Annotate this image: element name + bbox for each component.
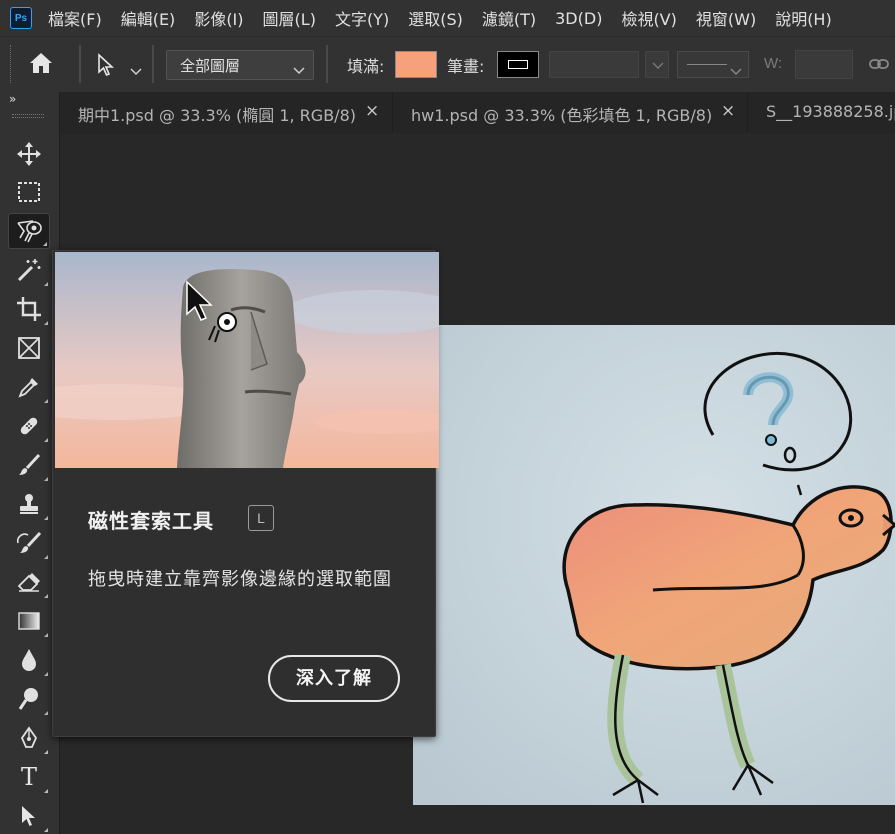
tooltip-description: 拖曳時建立靠齊影像邊緣的選取範圍	[88, 569, 392, 590]
magnetic-lasso-tool[interactable]	[8, 213, 50, 249]
eraser-tool[interactable]	[8, 564, 50, 600]
tool-tip-popup: 磁性套索工具 L 拖曳時建立靠齊影像邊緣的選取範圍 深入了解	[52, 250, 439, 737]
logo-text: Ps	[14, 12, 28, 24]
history-brush-tool[interactable]	[8, 525, 50, 561]
bird-drawing-image	[413, 325, 895, 805]
menu-bar: Ps 檔案(F) 編輯(E) 影像(I) 圖層(L) 文字(Y) 選取(S) 濾…	[0, 0, 895, 36]
dodge-icon	[18, 688, 38, 710]
tab-label: 期中1.psd @ 33.3% (橢圓 1, RGB/8)	[78, 106, 356, 125]
gradient-tool[interactable]	[8, 603, 50, 639]
home-icon[interactable]	[28, 51, 54, 79]
moai-statue-image	[55, 252, 439, 468]
options-bar-grip[interactable]	[10, 45, 12, 83]
pen-icon	[20, 726, 38, 748]
fill-color-swatch[interactable]	[395, 51, 437, 78]
crop-icon	[17, 297, 41, 321]
menu-3d[interactable]: 3D(D)	[555, 9, 602, 28]
clone-stamp-tool[interactable]	[8, 486, 50, 522]
canvas-image[interactable]	[413, 325, 895, 805]
close-icon[interactable]: ×	[365, 101, 379, 121]
options-bar: 全部圖層 填滿: 筆畫: W:	[0, 36, 895, 92]
move-icon	[17, 142, 41, 166]
learn-more-button[interactable]: 深入了解	[268, 655, 400, 702]
menu-layer[interactable]: 圖層(L)	[263, 6, 316, 30]
magnetic-lasso-icon	[17, 220, 42, 243]
brush-icon	[19, 453, 41, 475]
type-icon: T	[20, 763, 37, 791]
blur-tool[interactable]	[8, 642, 50, 678]
type-tool[interactable]: T	[8, 759, 50, 795]
separator	[326, 45, 328, 83]
pen-tool[interactable]	[8, 720, 50, 756]
magic-wand-tool[interactable]	[8, 252, 50, 288]
chevron-down-icon	[730, 61, 742, 80]
width-label: W:	[764, 55, 783, 72]
photoshop-logo-icon: Ps	[10, 7, 32, 29]
drop-icon	[22, 649, 36, 671]
crop-tool[interactable]	[8, 291, 50, 327]
marquee-tool[interactable]	[8, 174, 50, 210]
menu-image[interactable]: 影像(I)	[194, 6, 243, 30]
width-input[interactable]	[795, 50, 853, 79]
chevron-down-icon[interactable]	[130, 61, 142, 80]
menu-window[interactable]: 視窗(W)	[696, 6, 756, 30]
menu-help[interactable]: 說明(H)	[775, 6, 832, 30]
menu-select[interactable]: 選取(S)	[408, 6, 463, 30]
stroke-type-dropdown[interactable]	[677, 51, 749, 78]
layer-select-value: 全部圖層	[180, 57, 241, 75]
path-selection-icon	[22, 806, 35, 826]
tab-document-3[interactable]: S__193888258.jpg	[748, 92, 895, 133]
tab-label: S__193888258.jpg	[766, 102, 895, 121]
eraser-icon	[17, 573, 40, 592]
separator	[79, 45, 81, 83]
chevron-down-icon	[652, 62, 664, 70]
tab-document-2[interactable]: hw1.psd @ 33.3% (色彩填色 1, RGB/8) ×	[393, 92, 748, 133]
dodge-tool[interactable]	[8, 681, 50, 717]
tab-document-1[interactable]: 期中1.psd @ 33.3% (橢圓 1, RGB/8) ×	[60, 92, 393, 133]
close-icon[interactable]: ×	[721, 101, 735, 121]
history-brush-icon	[16, 531, 42, 553]
document-tabs: 期中1.psd @ 33.3% (橢圓 1, RGB/8) × hw1.psd …	[60, 92, 895, 133]
healing-brush-tool[interactable]	[8, 408, 50, 444]
layer-select-dropdown[interactable]: 全部圖層	[166, 50, 314, 80]
stroke-width-field[interactable]	[549, 51, 639, 78]
path-selection-tool[interactable]	[8, 798, 50, 834]
path-selection-arrow-icon[interactable]	[96, 53, 116, 81]
magic-wand-icon	[17, 259, 41, 282]
stroke-color-swatch[interactable]	[497, 51, 539, 78]
frame-tool[interactable]	[8, 330, 50, 366]
gradient-icon	[18, 612, 40, 630]
tooltip-title: 磁性套索工具	[88, 509, 214, 533]
menu-file[interactable]: 檔案(F)	[48, 6, 102, 30]
frame-icon	[18, 337, 40, 359]
tooltip-preview-image	[55, 252, 439, 468]
menu-view[interactable]: 檢視(V)	[621, 6, 676, 30]
collapse-panel-icon[interactable]: »	[9, 92, 16, 106]
bandage-icon	[20, 417, 38, 435]
stamp-icon	[20, 494, 38, 514]
marquee-icon	[18, 182, 40, 202]
shortcut-key-badge: L	[248, 505, 274, 531]
menu-type[interactable]: 文字(Y)	[335, 6, 389, 30]
brush-tool[interactable]	[8, 447, 50, 483]
tab-label: hw1.psd @ 33.3% (色彩填色 1, RGB/8)	[411, 106, 713, 125]
stroke-width-dropdown[interactable]	[645, 51, 669, 78]
move-tool[interactable]	[8, 136, 50, 172]
menu-filter[interactable]: 濾鏡(T)	[482, 6, 536, 30]
panel-grip[interactable]	[12, 114, 44, 118]
chevron-down-icon	[293, 61, 305, 79]
stroke-label: 筆畫:	[447, 57, 485, 76]
eyedropper-tool[interactable]	[8, 369, 50, 405]
separator	[152, 45, 154, 83]
tools-panel: » T	[0, 92, 60, 834]
eyedropper-icon	[18, 378, 38, 398]
fill-label: 填滿:	[347, 57, 385, 76]
menu-edit[interactable]: 編輯(E)	[121, 6, 176, 30]
link-icon[interactable]	[869, 56, 891, 75]
